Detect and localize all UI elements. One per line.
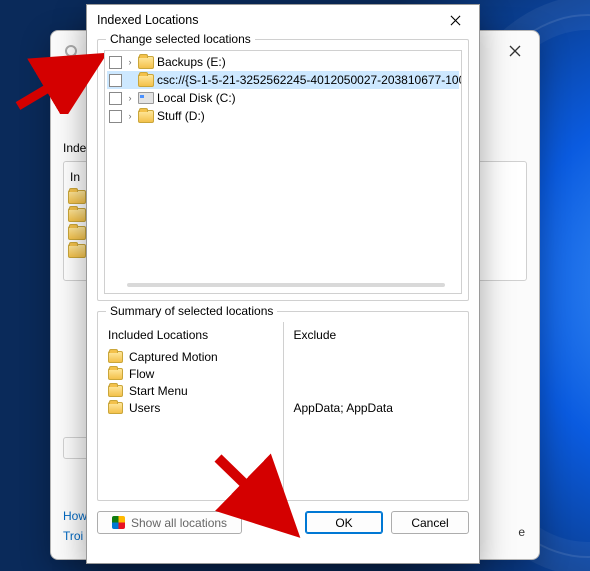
titlebar: Indexed Locations bbox=[87, 5, 479, 35]
folder-icon bbox=[68, 226, 86, 240]
parent-help-links: How Troi bbox=[63, 503, 87, 543]
folder-icon bbox=[68, 190, 86, 204]
included-header: Included Locations bbox=[108, 328, 273, 342]
folder-icon bbox=[108, 402, 123, 414]
folder-icon bbox=[138, 110, 154, 123]
included-item[interactable]: Flow bbox=[108, 365, 273, 382]
tree-item-label: Backups (E:) bbox=[157, 55, 226, 69]
summary-group: Summary of selected locations Included L… bbox=[97, 311, 469, 501]
show-all-label: Show all locations bbox=[131, 516, 227, 530]
folder-icon bbox=[138, 56, 154, 69]
included-item-label: Flow bbox=[129, 367, 154, 381]
included-item-label: Start Menu bbox=[129, 384, 188, 398]
parent-link-troubleshoot[interactable]: Troi bbox=[63, 529, 87, 543]
tree-item-label: csc://{S-1-5-21-3252562245-4012050027-20… bbox=[157, 73, 462, 87]
change-locations-group: Change selected locations ›Backups (E:)c… bbox=[97, 39, 469, 301]
search-index-icon bbox=[63, 43, 83, 63]
parent-link-how[interactable]: How bbox=[63, 509, 87, 523]
show-all-locations-button[interactable]: Show all locations bbox=[97, 511, 242, 534]
tree-row[interactable]: csc://{S-1-5-21-3252562245-4012050027-20… bbox=[107, 71, 459, 89]
tree-row[interactable]: › Backups (E:) bbox=[107, 53, 459, 71]
drive-icon bbox=[138, 92, 154, 104]
exclude-column: Exclude AppData; AppData bbox=[284, 322, 469, 500]
uac-shield-icon bbox=[112, 516, 125, 529]
folder-icon bbox=[68, 208, 86, 222]
exclude-item: AppData; AppData bbox=[294, 399, 459, 416]
summary-legend: Summary of selected locations bbox=[106, 304, 277, 318]
folder-icon bbox=[108, 351, 123, 363]
dialog-title: Indexed Locations bbox=[97, 13, 198, 27]
folder-icon bbox=[138, 74, 154, 87]
folder-icon bbox=[68, 244, 86, 258]
parent-right-truncated: e bbox=[518, 525, 525, 539]
exclude-item bbox=[294, 382, 459, 399]
horizontal-scrollbar[interactable] bbox=[127, 283, 445, 287]
tree-checkbox[interactable] bbox=[109, 110, 122, 123]
tree-row[interactable]: › Stuff (D:) bbox=[107, 107, 459, 125]
included-item-label: Captured Motion bbox=[129, 350, 218, 364]
tree-item-label: Stuff (D:) bbox=[157, 109, 205, 123]
close-button[interactable] bbox=[437, 8, 473, 32]
included-locations-column: Included Locations Captured Motion Flow St… bbox=[98, 322, 284, 500]
change-locations-legend: Change selected locations bbox=[106, 32, 255, 46]
locations-tree[interactable]: › Backups (E:) csc://{S-1-5-21-3252562245-… bbox=[104, 50, 462, 294]
expand-chevron-icon[interactable]: › bbox=[125, 93, 135, 103]
expand-chevron-icon bbox=[125, 75, 135, 85]
included-item-label: Users bbox=[129, 401, 160, 415]
tree-checkbox[interactable] bbox=[109, 74, 122, 87]
exclude-header: Exclude bbox=[294, 328, 459, 342]
exclude-item-label: AppData; AppData bbox=[294, 401, 393, 415]
tree-checkbox[interactable] bbox=[109, 56, 122, 69]
parent-close-button[interactable] bbox=[497, 37, 533, 65]
exclude-item bbox=[294, 348, 459, 365]
tree-row[interactable]: › Local Disk (C:) bbox=[107, 89, 459, 107]
expand-chevron-icon[interactable]: › bbox=[125, 111, 135, 121]
expand-chevron-icon[interactable]: › bbox=[125, 57, 135, 67]
indexed-locations-dialog: Indexed Locations Change selected locati… bbox=[86, 4, 480, 564]
folder-icon bbox=[108, 368, 123, 380]
exclude-item bbox=[294, 365, 459, 382]
included-item[interactable]: Start Menu bbox=[108, 382, 273, 399]
ok-button[interactable]: OK bbox=[305, 511, 383, 534]
included-item[interactable]: Captured Motion bbox=[108, 348, 273, 365]
close-icon bbox=[450, 15, 461, 26]
dialog-button-row: Show all locations OK Cancel bbox=[97, 511, 469, 534]
included-item[interactable]: Users bbox=[108, 399, 273, 416]
tree-item-label: Local Disk (C:) bbox=[157, 91, 236, 105]
tree-checkbox[interactable] bbox=[109, 92, 122, 105]
cancel-button[interactable]: Cancel bbox=[391, 511, 469, 534]
folder-icon bbox=[108, 385, 123, 397]
